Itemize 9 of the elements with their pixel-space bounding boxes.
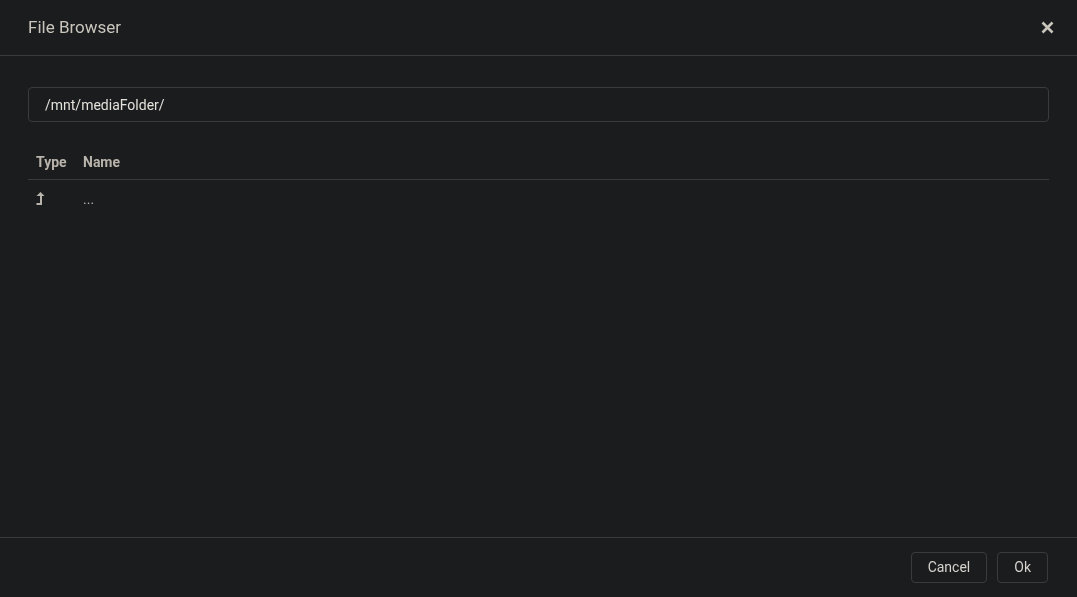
level-up-icon bbox=[36, 192, 45, 206]
column-header: Type bbox=[36, 153, 68, 172]
column-header: Name bbox=[83, 153, 121, 172]
close-icon[interactable] bbox=[1039, 19, 1055, 36]
file-name[interactable]: ... bbox=[83, 188, 95, 210]
dialog-title: File Browser bbox=[28, 15, 122, 39]
path-field[interactable]: /mnt/mediaFolder/ bbox=[28, 87, 1049, 122]
dialog-button[interactable]: Cancel bbox=[910, 552, 988, 583]
dialog-button[interactable]: Ok bbox=[997, 552, 1048, 583]
